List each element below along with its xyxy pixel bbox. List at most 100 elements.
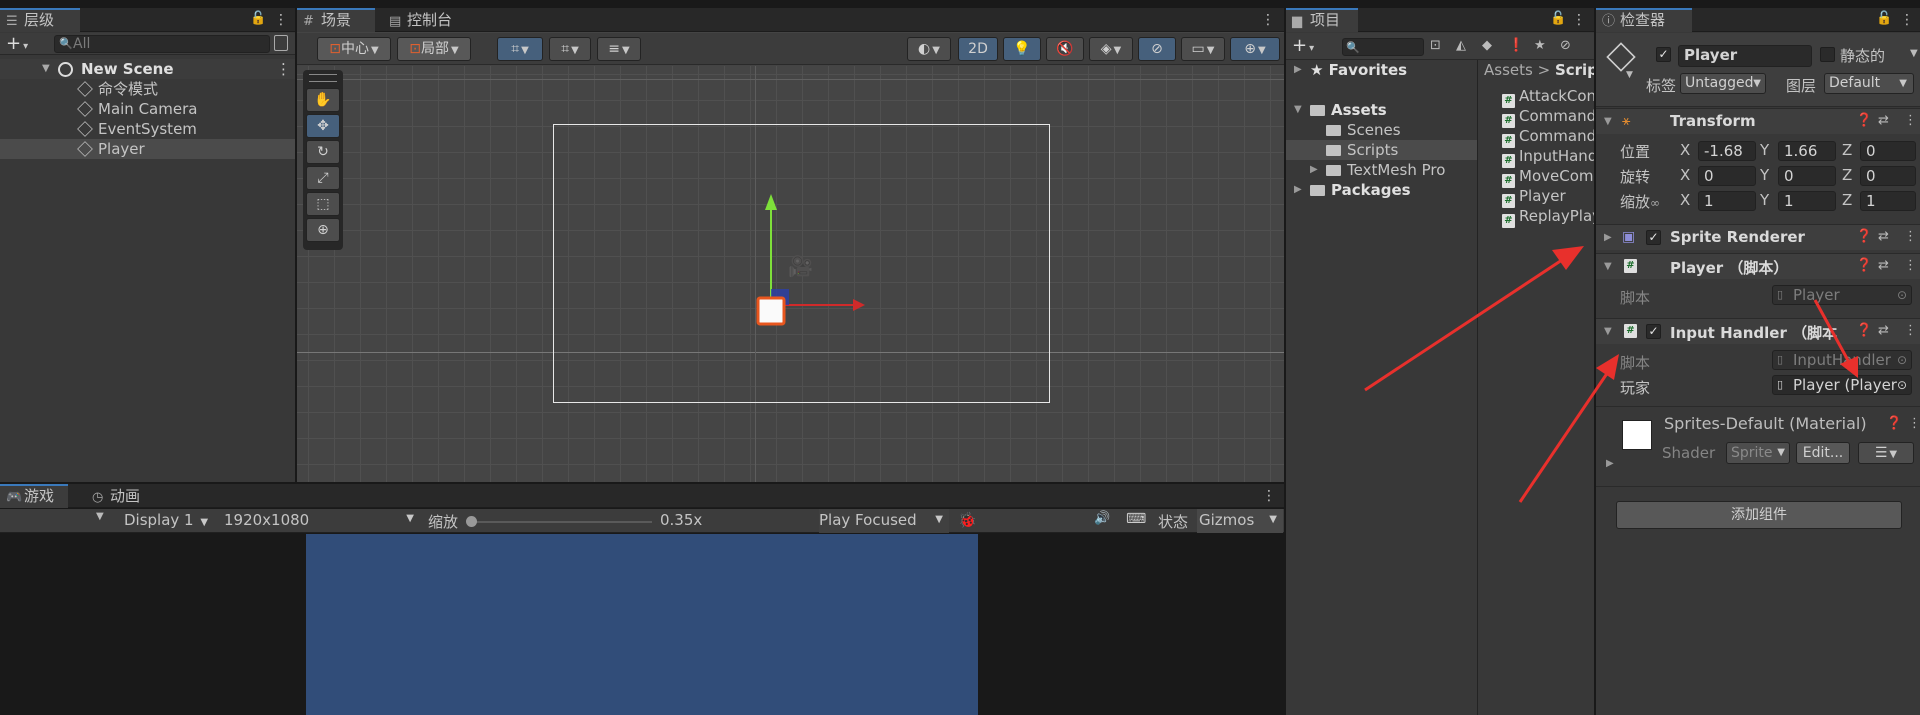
position-y-field[interactable]: 1.66 <box>1778 141 1836 161</box>
stats-button[interactable]: 状态 <box>1158 511 1188 532</box>
input-handler-header[interactable]: ▼ # ✓ Input Handler （脚本 ❓ ⇄ ⋮ <box>1596 318 1920 344</box>
display-dropdown[interactable]: Display 1 ▼ <box>124 511 208 529</box>
tree-scenes[interactable]: Scenes <box>1286 120 1477 140</box>
sprite-renderer-header[interactable]: ▶ ▣ ✓ Sprite Renderer ❓ ⇄ ⋮ <box>1596 224 1920 250</box>
object-picker-icon[interactable]: ⊙ <box>1897 376 1907 394</box>
tab-game[interactable]: 🎮 游戏 <box>0 484 68 508</box>
scale-slider-track[interactable] <box>470 521 652 523</box>
material-list-dropdown[interactable]: ☰ ▼ <box>1858 442 1914 464</box>
breadcrumb-assets[interactable]: Assets <box>1484 61 1533 79</box>
file-item[interactable]: # Command <box>1502 106 1594 128</box>
tree-textmesh[interactable]: ▶ TextMesh Pro <box>1286 160 1477 180</box>
preset-icon[interactable]: ⇄ <box>1878 113 1889 128</box>
scale-slider-thumb[interactable] <box>466 516 477 527</box>
keyboard-icon[interactable]: ⌨ <box>1126 511 1146 527</box>
component-kebab-icon[interactable]: ⋮ <box>1904 323 1917 338</box>
component-kebab-icon[interactable]: ⋮ <box>1904 258 1917 273</box>
tab-project[interactable]: ▆ 项目 <box>1286 8 1358 32</box>
component-kebab-icon[interactable]: ⋮ <box>1904 229 1917 244</box>
breadcrumb-scripts[interactable]: Scrip <box>1555 61 1594 79</box>
help-icon[interactable]: ❓ <box>1856 258 1872 273</box>
snap-increment-button[interactable]: ⌗ ▼ <box>549 37 591 61</box>
tab-animation[interactable]: ◷ 动画 <box>86 484 156 508</box>
hierarchy-search-input[interactable]: 🔍 All <box>54 35 270 53</box>
scale-y-field[interactable]: 1 <box>1778 191 1836 211</box>
help-icon[interactable]: ❓ <box>1856 323 1872 338</box>
kebab-menu-icon[interactable]: ⋮ <box>1262 486 1276 506</box>
file-item[interactable]: # InputHand <box>1502 146 1594 168</box>
create-button[interactable]: + ▾ <box>6 34 28 57</box>
object-picker-icon[interactable]: ⊙ <box>1897 351 1907 369</box>
play-mode-dropdown[interactable]: Play Focused ▼ <box>819 509 949 533</box>
position-z-field[interactable]: 0 <box>1860 141 1916 161</box>
scale-tool-icon[interactable]: ⤢ <box>306 166 340 190</box>
effects-dropdown[interactable]: ◈ ▼ <box>1089 37 1133 61</box>
mute-audio-icon[interactable]: 🔊 <box>1094 511 1110 526</box>
visibility-icon[interactable]: ⊘ <box>1560 38 1571 53</box>
scene-kebab-icon[interactable]: ⋮ <box>276 59 291 79</box>
gizmos-button[interactable]: Gizmos ▼ <box>1197 509 1283 533</box>
tab-inspector[interactable]: ⓘ 检查器 <box>1596 8 1692 32</box>
kebab-menu-icon[interactable]: ⋮ <box>1900 10 1914 30</box>
link-icon[interactable]: ∞ <box>1650 196 1660 210</box>
search-options-icon[interactable] <box>274 35 288 51</box>
ruler-icon[interactable]: ≡ ▼ <box>597 37 641 61</box>
hierarchy-item[interactable]: 命令模式 <box>0 79 295 99</box>
rotate-tool-icon[interactable]: ↻ <box>306 140 340 164</box>
shader-dropdown[interactable]: Sprite ▼ <box>1726 442 1790 464</box>
hierarchy-item[interactable]: Main Camera <box>0 99 295 119</box>
file-item[interactable]: # AttackCon <box>1502 86 1594 108</box>
transform-tool-icon[interactable]: ⊕ <box>306 218 340 242</box>
shading-mode-dropdown[interactable]: ◐ ▼ <box>907 37 951 61</box>
kebab-menu-icon[interactable]: ⋮ <box>1261 10 1275 30</box>
kebab-menu-icon[interactable]: ⋮ <box>274 10 288 30</box>
help-icon[interactable]: ❓ <box>1856 229 1872 244</box>
rect-tool-icon[interactable]: ⬚ <box>306 192 340 216</box>
hierarchy-item-selected[interactable]: Player <box>0 139 295 159</box>
object-name-field[interactable]: Player <box>1678 45 1812 67</box>
star-icon[interactable]: ★ <box>1534 38 1546 53</box>
static-dropdown-icon[interactable]: ▼ <box>1910 48 1918 59</box>
file-item[interactable]: # Command <box>1502 126 1594 148</box>
kebab-menu-icon[interactable]: ⋮ <box>1572 10 1586 30</box>
filter-type-icon[interactable]: ◭ <box>1456 38 1466 53</box>
tree-favorites[interactable]: ▶ ★ Favorites <box>1286 60 1477 80</box>
file-item[interactable]: # Player <box>1502 186 1566 208</box>
file-item[interactable]: # ReplayPlay <box>1502 206 1594 228</box>
preset-icon[interactable]: ⇄ <box>1878 323 1889 338</box>
add-component-button[interactable]: 添加组件 <box>1616 501 1902 529</box>
gizmos-dropdown[interactable]: ⊕ ▼ <box>1230 37 1280 61</box>
layer-dropdown[interactable]: Default ▼ <box>1824 73 1914 94</box>
rotation-y-field[interactable]: 0 <box>1778 166 1836 186</box>
game-mode-dropdown[interactable]: ▼ <box>96 511 104 522</box>
component-kebab-icon[interactable]: ⋮ <box>1908 416 1920 431</box>
preset-icon[interactable]: ⇄ <box>1878 258 1889 273</box>
warning-icon[interactable]: ❗ <box>1508 38 1524 53</box>
tab-console[interactable]: ▤ 控制台 <box>383 8 473 32</box>
lock-icon[interactable]: 🔓 <box>1876 11 1892 26</box>
position-x-field[interactable]: -1.68 <box>1698 141 1756 161</box>
scale-z-field[interactable]: 1 <box>1860 191 1916 211</box>
label-filter-icon[interactable]: ◆ <box>1482 38 1492 53</box>
help-icon[interactable]: ❓ <box>1886 416 1902 431</box>
project-search-input[interactable]: 🔍 <box>1342 38 1424 56</box>
audio-toggle[interactable]: 🔇 <box>1046 37 1084 61</box>
object-picker-icon[interactable]: ⊙ <box>1897 286 1907 304</box>
scene-row[interactable]: ▼ New Scene ⋮ <box>0 59 295 79</box>
tree-scripts-selected[interactable]: Scripts <box>1286 140 1477 160</box>
create-button[interactable]: + ▾ <box>1292 36 1314 59</box>
player-script-header[interactable]: ▼ # Player （脚本） ❓ ⇄ ⋮ <box>1596 253 1920 279</box>
resolution-dropdown[interactable]: 1920x1080 ▼ <box>224 511 414 529</box>
edit-shader-button[interactable]: Edit... <box>1796 442 1850 464</box>
rotation-x-field[interactable]: 0 <box>1698 166 1756 186</box>
scale-x-field[interactable]: 1 <box>1698 191 1756 211</box>
camera-dropdown[interactable]: ▭ ▼ <box>1181 37 1225 61</box>
lighting-toggle[interactable]: 💡 <box>1003 37 1041 61</box>
bug-icon[interactable]: 🐞 <box>958 511 977 529</box>
2d-toggle[interactable]: 2D <box>958 37 998 61</box>
space-dropdown[interactable]: ⊡局部 ▼ <box>397 37 471 61</box>
tab-hierarchy[interactable]: ☰ 层级 <box>0 8 80 32</box>
move-tool-icon[interactable]: ✥ <box>306 114 340 138</box>
visibility-toggle[interactable]: ⊘ <box>1138 37 1176 61</box>
grid-snap-button[interactable]: ⌗ ▼ <box>497 37 543 61</box>
